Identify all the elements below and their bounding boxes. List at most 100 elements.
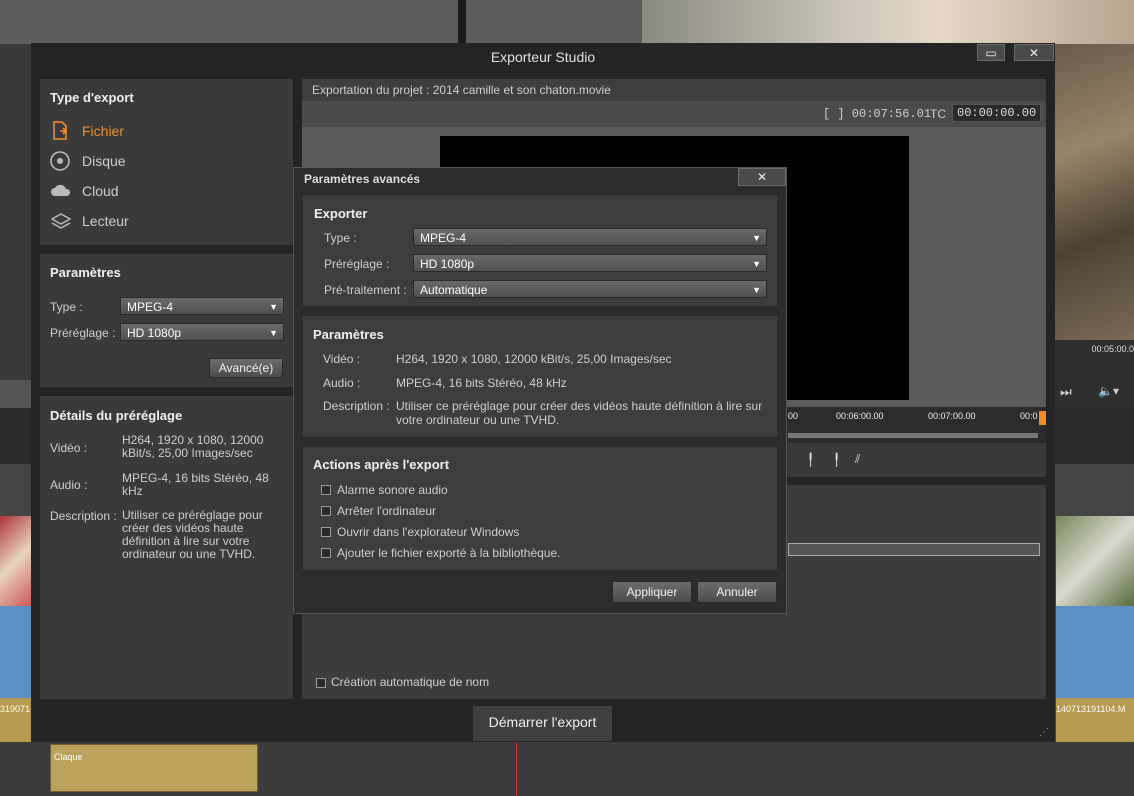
export-type-label-lecteur: Lecteur <box>82 213 129 229</box>
advanced-button[interactable]: Avancé(e) <box>209 358 283 378</box>
dialog-actions-heading: Actions après l'export <box>313 457 450 472</box>
chevron-down-icon: ▼ <box>752 259 761 269</box>
ruler-label: 00:0 <box>1020 411 1038 421</box>
action-label: Alarme sonore audio <box>337 483 448 497</box>
device-icon <box>50 211 72 231</box>
dialog-audio-value: MPEG-4, 16 bits Stéréo, 48 kHz <box>396 376 567 390</box>
action-label: Ajouter le fichier exporté à la biblioth… <box>337 546 561 560</box>
cloud-icon <box>50 181 71 201</box>
preset-desc-value: Utiliser ce préréglage pour créer des vi… <box>122 508 263 561</box>
background-preview-image <box>642 0 1134 44</box>
params-preset-label: Préréglage : <box>50 326 116 340</box>
action-checkbox[interactable] <box>321 506 331 516</box>
export-type-item-fichier[interactable]: Fichier <box>50 121 250 143</box>
dialog-type-select[interactable]: MPEG-4 ▼ <box>413 228 767 246</box>
background-right-image <box>1054 44 1134 340</box>
duration-readout: [ ] 00:07:56.01 <box>823 107 932 121</box>
chevron-down-icon: ▼ <box>752 285 761 295</box>
cancel-button[interactable]: Annuler <box>697 581 777 603</box>
scrubber-handle[interactable] <box>1039 411 1046 425</box>
export-type-heading: Type d'export <box>50 90 134 105</box>
ruler-label: 00:06:00.00 <box>836 411 884 421</box>
timeline-playhead[interactable] <box>516 742 517 796</box>
dialog-params-heading: Paramètres <box>313 327 384 342</box>
tc-label: TC <box>930 107 946 121</box>
maximize-button[interactable]: ▭ <box>977 44 1005 61</box>
mark-out-icon[interactable]: ╿ <box>833 453 840 467</box>
action-checkbox[interactable] <box>321 527 331 537</box>
timeline-track-right <box>1056 606 1134 702</box>
export-type-label-cloud: Cloud <box>82 183 119 199</box>
dialog-preprocess-label: Pré-traitement : <box>324 283 407 297</box>
action-checkbox[interactable] <box>321 548 331 558</box>
params-preset-select[interactable]: HD 1080p ▼ <box>120 323 284 341</box>
start-export-button[interactable]: Démarrer l'export <box>473 706 612 741</box>
close-icon: ✕ <box>756 170 768 184</box>
action-option[interactable]: Ajouter le fichier exporté à la biblioth… <box>321 546 761 562</box>
dialog-params-section: Paramètres Vidéo : H264, 1920 x 1080, 12… <box>303 316 777 437</box>
dialog-audio-label: Audio : <box>323 376 361 390</box>
dialog-type-value: MPEG-4 <box>420 231 467 245</box>
preset-details-panel: Détails du préréglage Vidéo : H264, 1920… <box>40 396 293 699</box>
preset-audio-label: Audio : <box>50 478 88 492</box>
params-preset-value: HD 1080p <box>127 326 182 340</box>
resize-grip-icon[interactable]: ⋰ <box>1039 727 1049 738</box>
advanced-params-dialog: Paramètres avancés ✕ Exporter Type : MPE… <box>293 167 787 614</box>
volume-icon[interactable]: 🔈▾ <box>1098 384 1119 398</box>
scrub-bar[interactable] <box>788 433 1038 438</box>
auto-name-label: Création automatique de nom <box>331 675 490 689</box>
chevron-down-icon: ▼ <box>269 328 278 338</box>
ruler-label: 00 <box>788 411 799 421</box>
apply-button[interactable]: Appliquer <box>612 581 692 603</box>
params-heading: Paramètres <box>50 265 121 280</box>
preset-desc-label: Description : <box>50 509 117 523</box>
background-left-strip <box>0 380 32 410</box>
file-export-icon <box>50 121 70 141</box>
timeline-clip-label-right: 140713191104.M <box>1056 704 1126 714</box>
mark-in-icon[interactable]: ╿ <box>807 453 814 467</box>
dialog-preset-select[interactable]: HD 1080p ▼ <box>413 254 767 272</box>
preset-audio-value: MPEG-4, 16 bits Stéréo, 48 kHz <box>122 471 269 498</box>
export-type-item-disque[interactable]: Disque <box>50 151 250 173</box>
close-icon: ✕ <box>1028 46 1040 60</box>
timeline-clip-thumbnail-left[interactable] <box>0 516 32 606</box>
action-option[interactable]: Alarme sonore audio <box>321 483 761 499</box>
dialog-preset-value: HD 1080p <box>420 257 475 271</box>
project-bar: Exportation du projet : 2014 camille et … <box>302 79 1046 101</box>
params-panel: Paramètres Type : MPEG-4 ▼ Préréglage : … <box>40 254 293 387</box>
close-button[interactable]: ✕ <box>1014 44 1054 61</box>
action-checkbox[interactable] <box>321 485 331 495</box>
auto-name-checkbox[interactable] <box>316 678 326 688</box>
params-type-select[interactable]: MPEG-4 ▼ <box>120 297 284 315</box>
maximize-icon: ▭ <box>985 46 997 60</box>
dialog-video-label: Vidéo : <box>323 352 361 366</box>
timeline-track-left <box>0 606 32 702</box>
claque-clip-label: Claque <box>54 752 83 762</box>
background-time-label: 00:05:00.0 <box>1091 344 1134 354</box>
dialog-preprocess-select[interactable]: Automatique ▼ <box>413 280 767 298</box>
preset-details-heading: Détails du préréglage <box>50 408 183 423</box>
tc-value[interactable]: 00:00:00.00 <box>952 104 1042 122</box>
background-divider <box>458 0 466 44</box>
export-type-item-lecteur[interactable]: Lecteur <box>50 211 250 233</box>
export-type-item-cloud[interactable]: Cloud <box>50 181 250 203</box>
action-label: Ouvrir dans l'explorateur Windows <box>337 525 520 539</box>
dialog-video-value: H264, 1920 x 1080, 12000 kBit/s, 25,00 I… <box>396 352 672 366</box>
dialog-close-button[interactable]: ✕ <box>738 168 786 186</box>
action-label: Arrêter l'ordinateur <box>337 504 436 518</box>
project-label: Exportation du projet : 2014 camille et … <box>312 83 611 97</box>
timeline-clip-thumbnail-right[interactable] <box>1056 516 1134 606</box>
params-type-label: Type : <box>50 300 83 314</box>
disc-icon <box>50 151 70 171</box>
dialog-export-heading: Exporter <box>314 206 368 221</box>
export-type-label-fichier: Fichier <box>82 123 125 139</box>
action-option[interactable]: Ouvrir dans l'explorateur Windows <box>321 525 761 541</box>
clear-marks-icon[interactable]: ⫽ <box>855 452 860 467</box>
params-type-value: MPEG-4 <box>127 300 174 314</box>
dialog-desc-value: Utiliser ce préréglage pour créer des vi… <box>396 399 763 427</box>
skip-end-icon[interactable]: ⏭ <box>1060 384 1072 400</box>
export-type-panel: Type d'export Fichier Disque Cloud Lecte… <box>40 79 293 245</box>
dialog-title: Paramètres avancés <box>304 172 421 186</box>
action-option[interactable]: Arrêter l'ordinateur <box>321 504 761 520</box>
ruler-label: 00:07:00.00 <box>928 411 976 421</box>
